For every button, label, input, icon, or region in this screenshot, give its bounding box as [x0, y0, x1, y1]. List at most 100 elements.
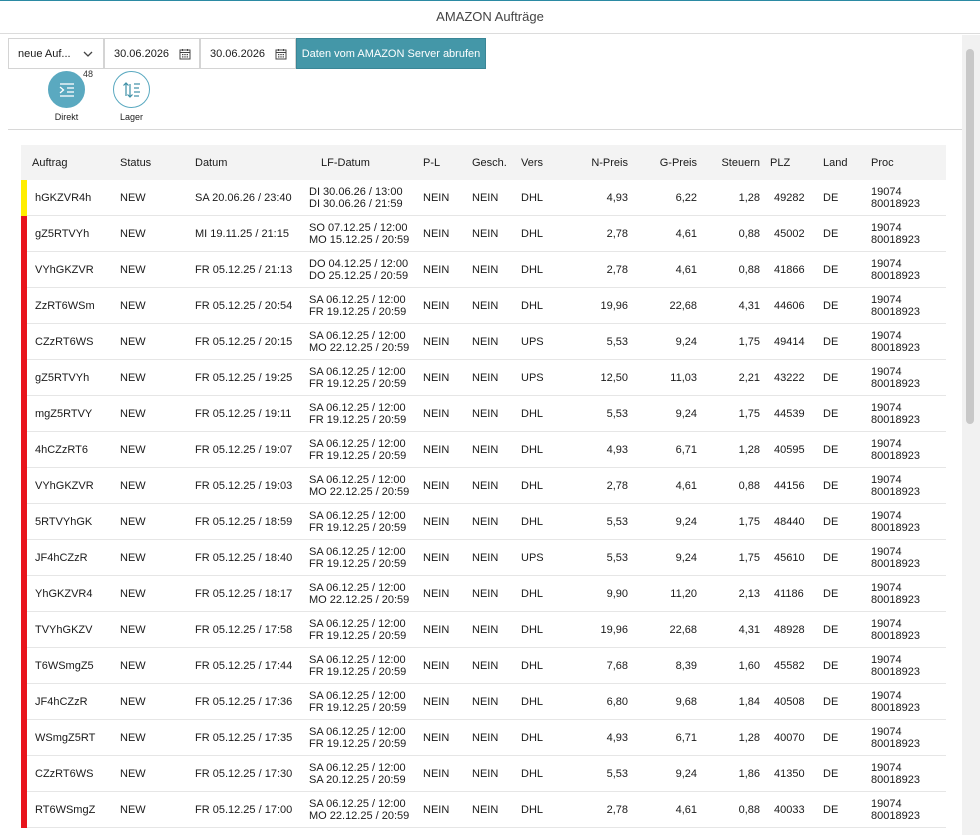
cell-auftrag: CZzRT6WS — [35, 767, 94, 780]
col-header-auftrag[interactable]: Auftrag — [21, 157, 120, 169]
col-header-lf-datum[interactable]: LF-Datum — [309, 157, 423, 169]
cell-vers: DHL — [521, 227, 544, 240]
calendar-icon[interactable] — [275, 48, 287, 60]
cell-n-preis: 5,53 — [606, 767, 628, 780]
col-header-datum[interactable]: Datum — [195, 157, 309, 169]
cell-plz: 41350 — [774, 767, 805, 780]
cell-steuern: 2,21 — [738, 371, 760, 384]
date-from-field[interactable]: 30.06.2026 — [104, 38, 200, 69]
fetch-amazon-button[interactable]: Daten vom AMAZON Server abrufen — [296, 38, 486, 69]
cell-plz: 48928 — [774, 623, 805, 636]
row-status-stripe — [21, 468, 27, 504]
col-header-proc[interactable]: Proc — [871, 157, 941, 169]
cell-status: NEW — [120, 551, 146, 564]
lf-date-to: FR 19.12.25 / 20:59 — [309, 737, 407, 750]
table-row[interactable]: JF4hCZzR NEW FR 05.12.25 / 17:36 SA 06.12.2… — [21, 684, 946, 720]
cell-land: DE — [823, 695, 839, 708]
table-row[interactable]: 5RTVYhGK NEW FR 05.12.25 / 18:59 SA 06.12.2… — [21, 504, 946, 540]
cell-n-preis: 2,78 — [606, 803, 628, 816]
cell-vers: DHL — [521, 803, 544, 816]
cell-n-preis: 2,78 — [606, 227, 628, 240]
cell-pl: NEIN — [423, 659, 450, 672]
cell-lf-datum: SA 06.12.25 / 12:00 SA 20.12.25 / 20:59 — [309, 762, 423, 786]
lf-date-from: SA 06.12.25 / 12:00 — [309, 761, 406, 774]
col-header-gesch[interactable]: Gesch. — [472, 157, 521, 169]
cell-land: DE — [823, 263, 839, 276]
mode-lager[interactable]: Lager — [113, 71, 150, 127]
cell-lf-datum: SA 06.12.25 / 12:00 FR 19.12.25 / 20:59 — [309, 402, 423, 426]
table-row[interactable]: gZ5RTVYh NEW MI 19.11.25 / 21:15 SO 07.12.2… — [21, 216, 946, 252]
table-row[interactable]: ZzRT6WSm NEW FR 05.12.25 / 20:54 SA 06.12.2… — [21, 288, 946, 324]
cell-proc: 19074 80018923 — [871, 690, 941, 714]
col-header-n-preis[interactable]: N-Preis — [559, 157, 628, 169]
lf-date-to: FR 19.12.25 / 20:59 — [309, 557, 407, 570]
table-row[interactable]: T6WSmgZ5 NEW FR 05.12.25 / 17:44 SA 06.12.2… — [21, 648, 946, 684]
col-header-g-preis[interactable]: G-Preis — [628, 157, 697, 169]
app-window: AMAZON Aufträge neue Auf... 30.06.2026 3… — [0, 0, 980, 835]
table-row[interactable]: WSmgZ5RT NEW FR 05.12.25 / 17:35 SA 06.12.2… — [21, 720, 946, 756]
scrollbar-thumb[interactable] — [966, 49, 974, 424]
cell-pl: NEIN — [423, 587, 450, 600]
lager-label: Lager — [119, 112, 144, 122]
proc-line-2: 80018923 — [871, 305, 920, 318]
col-header-plz[interactable]: PLZ — [760, 157, 823, 169]
order-filter-select[interactable]: neue Auf... — [8, 38, 104, 69]
proc-line-2: 80018923 — [871, 341, 920, 354]
cell-land: DE — [823, 479, 839, 492]
table-row[interactable]: YhGKZVR4 NEW FR 05.12.25 / 18:17 SA 06.12.2… — [21, 576, 946, 612]
table-row[interactable]: mgZ5RTVY NEW FR 05.12.25 / 19:11 SA 06.12.2… — [21, 396, 946, 432]
table-row[interactable]: RT6WSmgZ NEW FR 05.12.25 / 17:00 SA 06.12.2… — [21, 792, 946, 828]
lf-date-from: SA 06.12.25 / 12:00 — [309, 725, 406, 738]
cell-datum: FR 05.12.25 / 20:15 — [195, 335, 293, 348]
calendar-icon[interactable] — [179, 48, 191, 60]
table-row[interactable]: 4hCZzRT6 NEW FR 05.12.25 / 19:07 SA 06.12.2… — [21, 432, 946, 468]
date-to-field[interactable]: 30.06.2026 — [200, 38, 296, 69]
cell-land: DE — [823, 551, 839, 564]
lf-date-to: FR 19.12.25 / 20:59 — [309, 629, 407, 642]
cell-auftrag: ZzRT6WSm — [35, 299, 95, 312]
col-header-status[interactable]: Status — [120, 157, 195, 169]
cell-datum: FR 05.12.25 / 17:00 — [195, 803, 293, 816]
table-row[interactable]: gZ5RTVYh NEW FR 05.12.25 / 19:25 SA 06.12.2… — [21, 360, 946, 396]
cell-auftrag: gZ5RTVYh — [35, 227, 90, 240]
proc-line-1: 19074 — [871, 797, 902, 810]
cell-n-preis: 4,93 — [606, 191, 628, 204]
cell-n-preis: 6,80 — [606, 695, 628, 708]
cell-auftrag: WSmgZ5RT — [35, 731, 96, 744]
vertical-scrollbar[interactable] — [962, 35, 980, 835]
table-row[interactable]: CZzRT6WS NEW FR 05.12.25 / 17:30 SA 06.12.2… — [21, 756, 946, 792]
table-row[interactable]: hGKZVR4h NEW SA 20.06.26 / 23:40 DI 30.06.2… — [21, 180, 946, 216]
cell-lf-datum: SA 06.12.25 / 12:00 MO 22.12.25 / 20:59 — [309, 582, 423, 606]
proc-line-2: 80018923 — [871, 449, 920, 462]
cell-pl: NEIN — [423, 407, 450, 420]
cell-g-preis: 4,61 — [675, 227, 697, 240]
cell-datum: MI 19.11.25 / 21:15 — [195, 227, 289, 240]
col-header-steuern[interactable]: Steuern — [697, 157, 760, 169]
table-row[interactable]: VYhGKZVR NEW FR 05.12.25 / 19:03 SA 06.12.2… — [21, 468, 946, 504]
cell-plz: 44606 — [774, 299, 805, 312]
window-title: AMAZON Aufträge — [0, 1, 980, 34]
cell-n-preis: 5,53 — [606, 551, 628, 564]
lager-mode-button[interactable] — [113, 71, 150, 108]
col-header-land[interactable]: Land — [823, 157, 871, 169]
proc-line-1: 19074 — [871, 581, 902, 594]
table-row[interactable]: JF4hCZzR NEW FR 05.12.25 / 18:40 SA 06.12.2… — [21, 540, 946, 576]
table-row[interactable]: VYhGKZVR NEW FR 05.12.25 / 21:13 DO 04.12.2… — [21, 252, 946, 288]
cell-plz: 45610 — [774, 551, 805, 564]
col-header-vers[interactable]: Vers — [521, 157, 559, 169]
cell-lf-datum: SA 06.12.25 / 12:00 FR 19.12.25 / 20:59 — [309, 366, 423, 390]
col-header-pl[interactable]: P-L — [423, 157, 472, 169]
cell-proc: 19074 80018923 — [871, 330, 941, 354]
cell-plz: 40508 — [774, 695, 805, 708]
direkt-mode-button[interactable] — [48, 71, 85, 108]
cell-g-preis: 22,68 — [669, 623, 697, 636]
proc-line-2: 80018923 — [871, 593, 920, 606]
mode-direkt[interactable]: 48 Direkt — [48, 69, 93, 127]
cell-plz: 48440 — [774, 515, 805, 528]
table-row[interactable]: CZzRT6WS NEW FR 05.12.25 / 20:15 SA 06.12.2… — [21, 324, 946, 360]
cell-gesch: NEIN — [472, 335, 499, 348]
cell-status: NEW — [120, 695, 146, 708]
direkt-count-badge: 48 — [83, 69, 94, 79]
cell-pl: NEIN — [423, 335, 450, 348]
table-row[interactable]: TVYhGKZV NEW FR 05.12.25 / 17:58 SA 06.12.2… — [21, 612, 946, 648]
